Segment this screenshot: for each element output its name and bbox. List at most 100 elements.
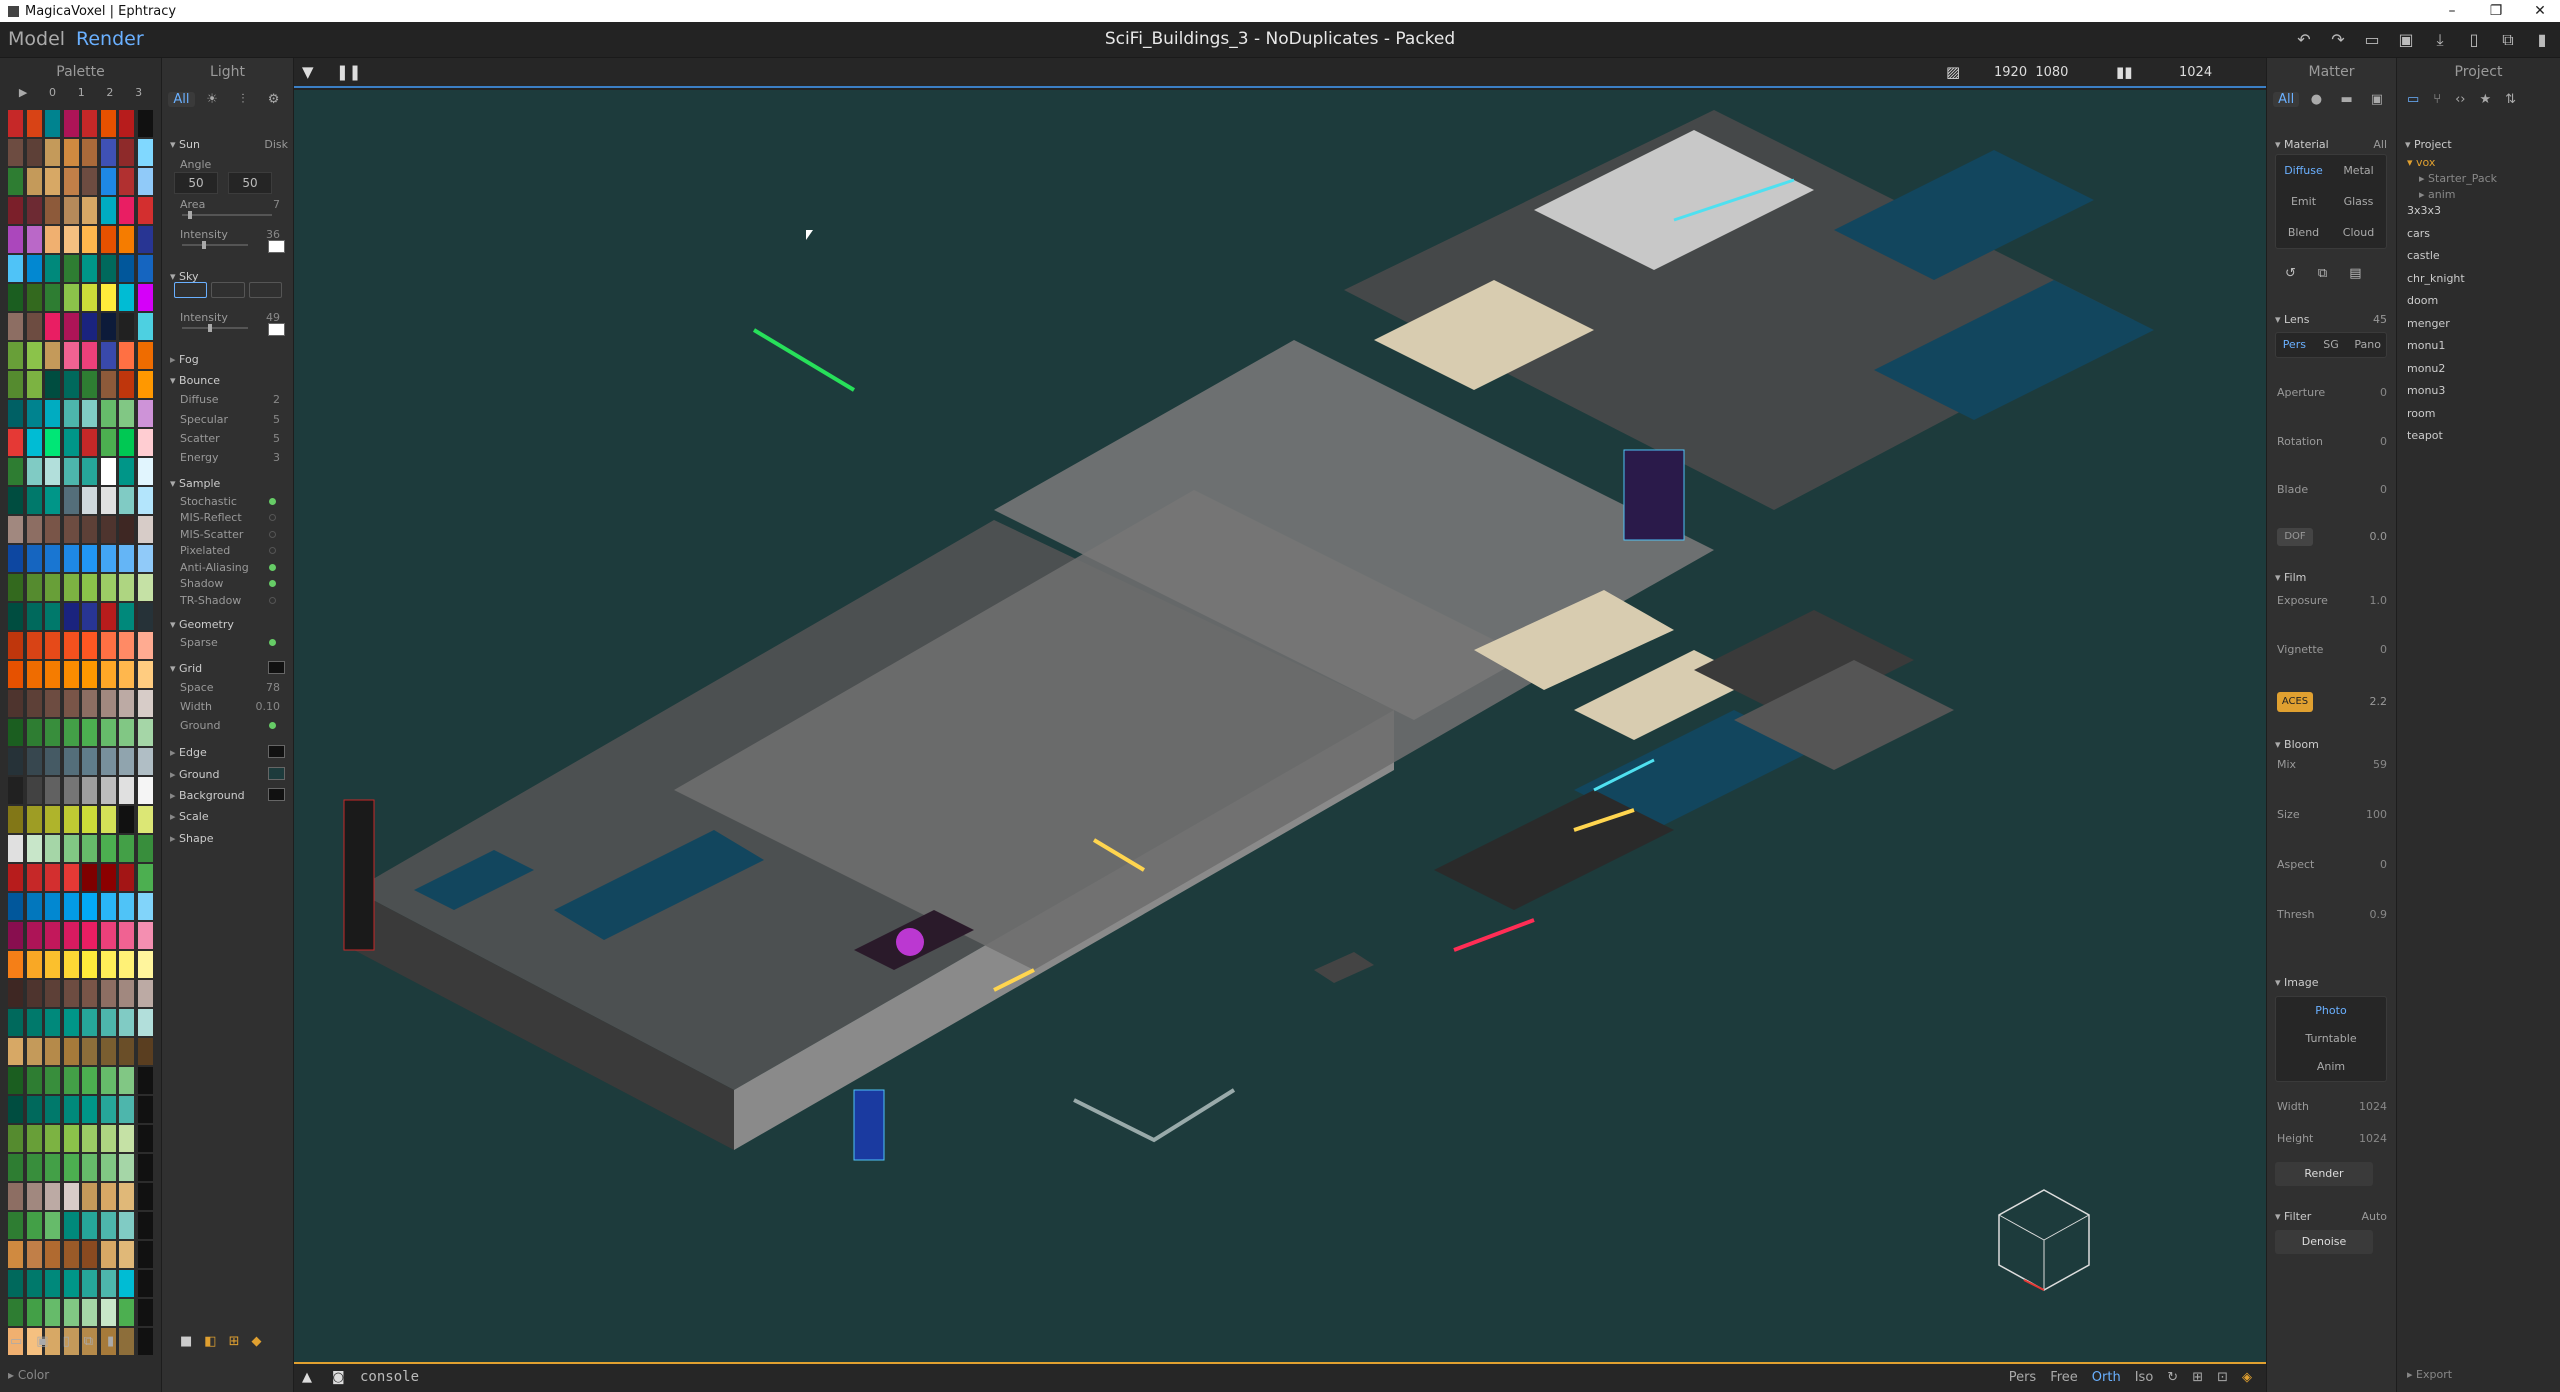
palette-swatch[interactable] (45, 1125, 60, 1152)
palette-swatch[interactable] (100, 922, 116, 949)
palette-swatch[interactable] (8, 835, 23, 862)
project-file[interactable]: chr_knight (2407, 272, 2465, 285)
palette-swatch[interactable] (137, 1038, 153, 1065)
palette-swatch[interactable] (63, 429, 79, 456)
section-sun[interactable]: Sun (170, 138, 200, 151)
palette-swatch[interactable] (137, 603, 153, 630)
palette-swatch[interactable] (26, 226, 42, 253)
sky-solid-icon[interactable] (174, 282, 208, 298)
palette-swatch[interactable] (26, 1125, 42, 1152)
palette-swatch[interactable] (8, 429, 23, 456)
palette-swatch[interactable] (8, 1183, 23, 1210)
palette-swatch[interactable] (82, 1096, 97, 1123)
palette-swatch[interactable] (45, 1038, 60, 1065)
palette-swatch[interactable] (137, 1009, 153, 1036)
palette-swatch[interactable] (45, 458, 60, 485)
project-root[interactable]: Project (2405, 138, 2452, 151)
palette-swatch[interactable] (119, 1241, 134, 1268)
project-file[interactable]: monu1 (2407, 339, 2445, 352)
palette-swatch[interactable] (26, 1299, 42, 1326)
camera-tab-icon[interactable]: ▬ (2334, 92, 2360, 107)
palette-swatch[interactable] (82, 1299, 97, 1326)
palette-swatch[interactable] (82, 1038, 97, 1065)
palette-swatch[interactable] (82, 690, 97, 717)
palette-swatch[interactable] (63, 284, 79, 311)
palette-swatch[interactable] (100, 806, 116, 833)
section-edge[interactable]: Edge (170, 746, 207, 759)
palette-swatch[interactable] (137, 1096, 153, 1123)
palette-swatch[interactable] (119, 226, 134, 253)
section-sample[interactable]: Sample (170, 477, 220, 490)
palette-swatch[interactable] (137, 690, 153, 717)
palette-swatch[interactable] (100, 748, 116, 775)
palette-swatch[interactable] (82, 1154, 97, 1181)
palette-swatch[interactable] (8, 1125, 23, 1152)
palette-swatch[interactable] (8, 603, 23, 630)
palette-swatch[interactable] (8, 516, 23, 543)
palette-swatch[interactable] (100, 719, 116, 746)
matter-tab-all[interactable]: All (2273, 91, 2300, 107)
palette-swatch[interactable] (119, 458, 134, 485)
lens-sg[interactable]: SG (2313, 333, 2350, 357)
bounce-specular[interactable]: Specular 5 (180, 413, 286, 426)
palette-swatch[interactable] (137, 1299, 153, 1326)
palette-swatch[interactable] (63, 864, 79, 891)
palette-swatch[interactable] (82, 1270, 97, 1297)
sky-intensity-slider[interactable] (182, 324, 248, 332)
project-file[interactable]: menger (2407, 317, 2450, 330)
sample-anti-aliasing[interactable]: Anti-Aliasing (180, 561, 286, 574)
palette-swatch[interactable] (82, 719, 97, 746)
palette-swatch[interactable] (100, 226, 116, 253)
palette-swatch[interactable] (82, 139, 97, 166)
palette-swatch[interactable] (100, 574, 116, 601)
palette-swatch[interactable] (8, 342, 23, 369)
palette-swatch[interactable] (119, 922, 134, 949)
palette-swatch[interactable] (45, 690, 60, 717)
palette-swatch[interactable] (119, 1154, 134, 1181)
palette-swatch[interactable] (82, 371, 97, 398)
palette-swatch[interactable] (137, 574, 153, 601)
palette-swatch[interactable] (8, 458, 23, 485)
section-shape[interactable]: Shape (170, 832, 213, 845)
palette-swatch[interactable] (45, 1241, 60, 1268)
palette-swatch[interactable] (26, 603, 42, 630)
palette-swatch[interactable] (137, 139, 153, 166)
palette-swatch[interactable] (26, 197, 42, 224)
bloom-mix[interactable]: Mix 59 (2277, 758, 2387, 771)
palette-swatch[interactable] (137, 980, 153, 1007)
palette-swatch[interactable] (119, 429, 134, 456)
palette-swatch[interactable] (26, 632, 42, 659)
palette-swatch[interactable] (119, 197, 134, 224)
palette-swatch[interactable] (8, 574, 23, 601)
view-free[interactable]: Free (2050, 1370, 2078, 1385)
palette-swatch[interactable] (119, 951, 134, 978)
palette-swatch[interactable] (100, 1154, 116, 1181)
palette-swatch[interactable] (63, 922, 79, 949)
grid-color-swatch[interactable] (268, 661, 285, 674)
palette-swatch[interactable] (100, 1212, 116, 1239)
delete-palette-icon[interactable]: ▮ (107, 1334, 114, 1349)
palette-swatch[interactable] (8, 1009, 23, 1036)
palette-swatch[interactable] (100, 545, 116, 572)
palette-swatch[interactable] (45, 719, 60, 746)
palette-swatch[interactable] (45, 313, 60, 340)
lens-pano[interactable]: Pano (2349, 333, 2386, 357)
sample-mis-scatter[interactable]: MIS-Scatter (180, 528, 286, 541)
palette-swatch[interactable] (82, 777, 97, 804)
sun-intensity-slider[interactable] (182, 241, 248, 249)
section-film[interactable]: Film (2275, 571, 2306, 584)
palette-swatch[interactable] (119, 1067, 134, 1094)
palette-page-3[interactable]: 3 (135, 86, 142, 102)
film-gamma[interactable]: 2.2 (2351, 695, 2388, 708)
frame-icon[interactable]: ⊡ (2217, 1370, 2228, 1385)
palette-swatch[interactable] (82, 255, 97, 282)
console-input[interactable]: console (360, 1369, 419, 1385)
palette-swatch[interactable] (119, 893, 134, 920)
palette-swatch[interactable] (45, 893, 60, 920)
palette-swatch[interactable] (63, 400, 79, 427)
palette-swatch[interactable] (63, 1038, 79, 1065)
palette-swatch[interactable] (119, 1009, 134, 1036)
palette-swatch[interactable] (82, 1125, 97, 1152)
dof-value[interactable]: 0.0 (2351, 530, 2388, 543)
palette-swatch[interactable] (82, 661, 97, 688)
